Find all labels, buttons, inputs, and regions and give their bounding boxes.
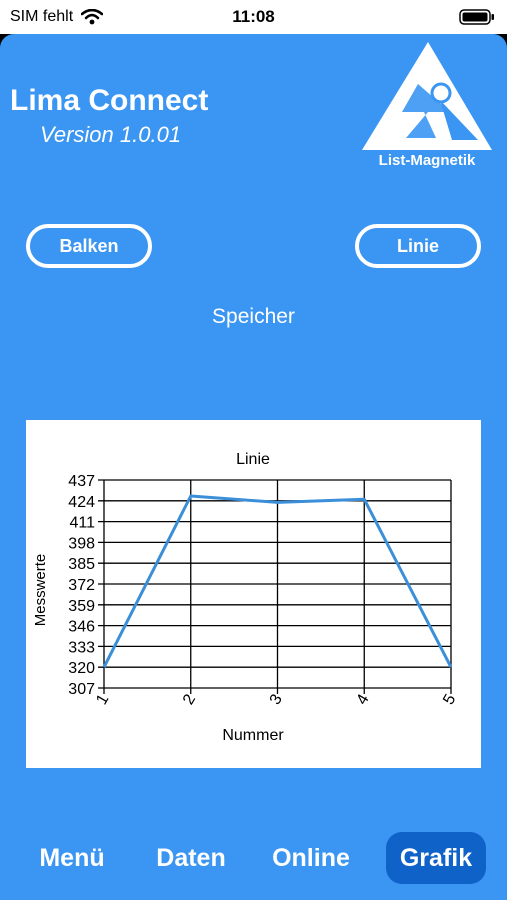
status-bar: SIM fehlt 11:08 (0, 0, 507, 34)
y-tick-label: 372 (68, 577, 95, 594)
logo-triangle-icon (362, 42, 492, 150)
x-tick-label: 1 (93, 691, 112, 707)
x-tick-label: 3 (267, 691, 286, 707)
chart-ylabel: Messwerte (32, 554, 49, 627)
y-tick-label: 320 (68, 660, 95, 677)
battery-icon (459, 9, 494, 25)
line-chart-button[interactable]: Linie (355, 224, 481, 268)
y-tick-label: 437 (68, 473, 95, 490)
y-tick-label: 411 (69, 515, 95, 532)
line-chart: Linie Nummer Messwerte 307 320 333 346 359 37… (32, 451, 460, 744)
chart-title: Linie (236, 451, 270, 468)
x-tick-label: 5 (440, 691, 459, 707)
x-tick-label: 4 (354, 691, 373, 707)
y-tick-label: 307 (68, 681, 95, 698)
app-version: Version 1.0.01 (40, 122, 182, 147)
chart-xlabel: Nummer (222, 727, 284, 744)
tab-graph[interactable]: Grafik (386, 832, 486, 884)
tab-online[interactable]: Online (260, 832, 362, 884)
app-screen: Lima Connect Version 1.0.01 List-Magneti… (0, 34, 507, 900)
y-tick-label: 346 (68, 619, 95, 636)
storage-label: Speicher (212, 305, 295, 328)
chart-container: Linie Nummer Messwerte 307 320 333 346 359 37… (26, 420, 481, 768)
tab-data[interactable]: Daten (140, 832, 242, 884)
y-tick-label: 398 (68, 535, 95, 552)
y-tick-label: 385 (68, 556, 95, 573)
tab-menu[interactable]: Menü (22, 832, 122, 884)
y-tick-label: 333 (68, 639, 95, 656)
bar-chart-button[interactable]: Balken (26, 224, 152, 268)
x-tick-label: 2 (180, 691, 199, 707)
y-tick-label: 424 (68, 494, 95, 511)
app-title: Lima Connect (10, 84, 209, 117)
logo-text: List-Magnetik (378, 152, 476, 169)
tab-bar: Menü Daten Online Grafik (0, 822, 507, 894)
company-logo: List-Magnetik (358, 40, 496, 172)
y-tick-label: 359 (68, 598, 95, 615)
status-time: 11:08 (232, 7, 275, 26)
